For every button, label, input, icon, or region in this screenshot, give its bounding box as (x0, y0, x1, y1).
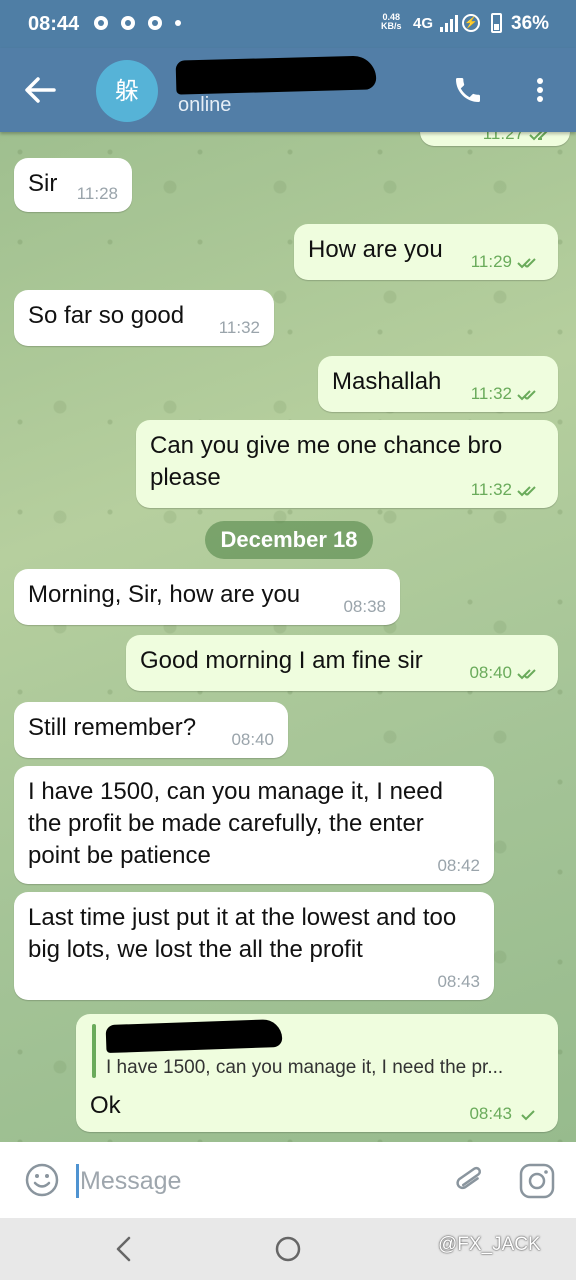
message-time: 08:38 (343, 597, 386, 616)
message-bubble-outgoing[interactable]: Mashallah 11:32 (318, 356, 558, 412)
message-time: 08:43 (469, 1104, 544, 1124)
status-bar: 08:44 0.48 KB/s 4G ⚡ 36% (0, 0, 576, 48)
message-text: Morning, Sir, how are you (28, 581, 301, 608)
contact-status: online (178, 94, 232, 116)
reply-sender-redacted (105, 1018, 283, 1054)
message-text: Can you give me one chance bro please (150, 432, 503, 491)
message-time: 11:32 (218, 318, 260, 337)
message-input[interactable] (80, 1164, 440, 1198)
double-check-icon (517, 668, 536, 679)
message-text: How are you (308, 236, 443, 263)
camera-icon[interactable] (518, 1162, 556, 1200)
message-bubble-incoming[interactable]: Last time just put it at the lowest and … (14, 892, 494, 1000)
message-bubble-outgoing[interactable]: Can you give me one chance bro please 11… (136, 420, 558, 508)
message-time: 08:40 (469, 663, 544, 683)
message-text: Mashallah (332, 368, 442, 395)
notification-icon (94, 16, 108, 30)
double-check-icon (529, 132, 547, 140)
nav-home-icon[interactable] (274, 1235, 302, 1263)
avatar[interactable]: 躲 (96, 60, 158, 122)
paperclip-icon[interactable] (452, 1162, 486, 1200)
message-time: 11:28 (76, 184, 118, 203)
message-bubble-outgoing[interactable]: How are you 11:29 (294, 224, 558, 280)
back-arrow-icon[interactable] (22, 74, 58, 106)
chat-area[interactable]: 11:27 Sir 11:28 How are you 11:29 So far… (0, 132, 576, 1142)
message-text: So far so good (28, 302, 185, 329)
nav-back-icon[interactable] (112, 1234, 136, 1264)
message-input-bar (0, 1142, 576, 1218)
message-text: I have 1500, can you manage it, I need t… (28, 778, 443, 869)
text-cursor (76, 1164, 79, 1198)
date-separator: December 18 (205, 521, 373, 559)
battery-icon (491, 13, 502, 33)
message-bubble-incoming[interactable]: Sir 11:28 (14, 158, 132, 212)
contact-name-redacted[interactable] (175, 55, 377, 95)
message-time: 08:40 (231, 730, 274, 749)
message-bubble-incoming[interactable]: I have 1500, can you manage it, I need t… (14, 766, 494, 884)
double-check-icon (517, 257, 536, 268)
signal-icon (440, 15, 458, 32)
message-bubble-incoming[interactable]: Still remember? 08:40 (14, 702, 288, 758)
status-time: 08:44 (28, 13, 80, 35)
message-text: Still remember? (28, 714, 197, 741)
message-time: 08:42 (437, 856, 480, 875)
message-bubble-incoming[interactable]: So far so good 11:32 (14, 290, 274, 346)
charging-icon: ⚡ (462, 14, 480, 32)
emoji-icon[interactable] (24, 1162, 60, 1198)
notification-icon (121, 16, 135, 30)
reply-quote-bar (92, 1024, 96, 1078)
message-time: 11:32 (471, 480, 544, 500)
chat-header: 躲 online (0, 48, 576, 132)
message-text: Good morning I am fine sir (140, 647, 423, 674)
battery-percent: 36% (511, 13, 550, 34)
message-bubble-outgoing[interactable]: Good morning I am fine sir 08:40 (126, 635, 558, 691)
system-nav-bar: @FX_JACK (0, 1218, 576, 1280)
message-text: Last time just put it at the lowest and … (28, 904, 457, 963)
message-time: 11:32 (471, 384, 544, 404)
message-bubble-incoming[interactable]: Morning, Sir, how are you 08:38 (14, 569, 400, 625)
message-time: 08:43 (437, 972, 480, 991)
network-speed: 0.48 KB/s (381, 12, 402, 31)
watermark: @FX_JACK (438, 1234, 541, 1255)
double-check-icon (517, 485, 536, 496)
more-options-icon[interactable] (528, 74, 552, 106)
message-time: 11:29 (471, 252, 544, 272)
message-bubble-outgoing[interactable]: 11:27 (420, 132, 570, 146)
single-check-icon (521, 1109, 535, 1120)
double-check-icon (517, 389, 536, 400)
network-type: 4G (413, 15, 434, 32)
notification-icon (148, 16, 162, 30)
more-notifications-icon (175, 20, 181, 26)
message-time: 11:27 (483, 132, 556, 144)
message-bubble-outgoing[interactable]: I have 1500, can you manage it, I need t… (76, 1014, 558, 1132)
message-text: Ok (90, 1092, 121, 1119)
phone-icon[interactable] (452, 74, 484, 106)
message-text: Sir (28, 170, 58, 197)
reply-quote-text[interactable]: I have 1500, can you manage it, I need t… (106, 1052, 503, 1084)
